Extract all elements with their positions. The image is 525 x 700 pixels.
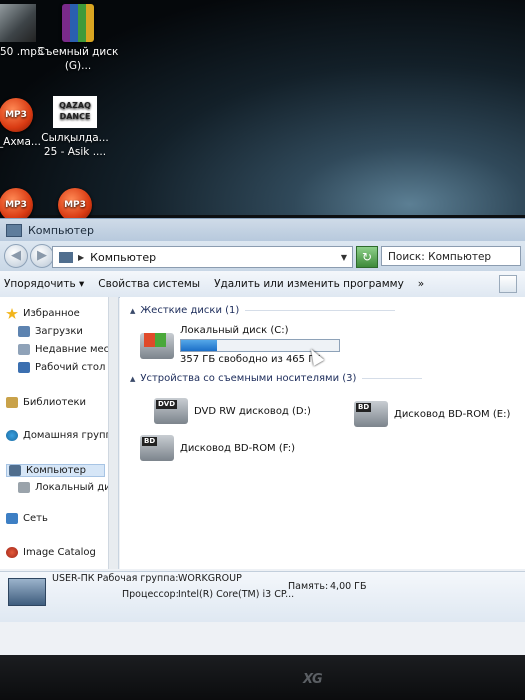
bd-drive-icon: BD <box>354 401 388 427</box>
drive-c-name: Локальный диск (C:) <box>180 325 289 336</box>
computer-icon <box>8 578 46 606</box>
collapse-arrow-icon[interactable]: ▲ <box>130 375 135 383</box>
computer-icon <box>6 223 22 237</box>
bd-drive-icon: BD <box>140 435 174 461</box>
hard-disk-icon <box>140 333 174 359</box>
nav-item-homegroup[interactable]: Домашняя группа <box>6 430 118 441</box>
homegroup-icon <box>6 430 18 441</box>
hard-disk-icon <box>18 482 30 493</box>
nav-item-downloads[interactable]: Загрузки <box>18 326 83 337</box>
explorer-window: Компьютер ◀ ▶ ▶ Компьютер ▼ ↻ Поиск: Ком… <box>0 218 525 656</box>
monitor-bezel <box>0 655 525 700</box>
command-bar: Упорядочить ▾ Свойства системы Удалить и… <box>0 271 525 298</box>
desktop-icon-removable-disk[interactable]: Съемный диск (G)... <box>36 4 120 73</box>
chevron-down-icon[interactable]: ▼ <box>341 253 347 262</box>
nav-item-network[interactable]: Сеть <box>6 513 48 524</box>
nav-item-local-disk[interactable]: Локальный диск <box>18 482 118 493</box>
group-divider <box>362 378 423 379</box>
image-catalog-icon <box>6 547 18 558</box>
computer-icon <box>59 251 73 263</box>
drive-e-name: Дисковод BD-ROM (E:) <box>394 409 511 420</box>
cpu-value: Intel(R) Core(TM) i3 CP... <box>178 589 295 600</box>
desktop-icon-qazaq-dance[interactable]: QAZAQ DANCE Сылқылда... 25 - Asik .... <box>33 96 117 159</box>
window-title: Компьютер <box>28 223 94 237</box>
mp3-icon: MP3 <box>0 98 33 132</box>
nav-item-computer[interactable]: Компьютер <box>6 464 105 477</box>
breadcrumb-arrow-icon[interactable]: ▶ <box>78 253 84 262</box>
memory-value: 4,00 ГБ <box>330 581 367 592</box>
breadcrumb-computer[interactable]: Компьютер <box>90 251 156 264</box>
group-hard-disks[interactable]: ▲ Жесткие диски (1) <box>130 305 396 316</box>
window-body: Избранное Загрузки Недавние места Рабочи… <box>0 297 525 571</box>
cpu-label: Процессор: <box>122 589 179 600</box>
back-button[interactable]: ◀ <box>4 244 28 268</box>
workgroup-value: WORKGROUP <box>178 573 242 584</box>
uninstall-program-button[interactable]: Удалить или изменить программу <box>214 278 404 290</box>
computer-icon <box>9 465 21 476</box>
workgroup-label: Рабочая группа: <box>97 573 179 584</box>
network-icon <box>6 513 18 524</box>
downloads-folder-icon <box>18 326 30 337</box>
monitor-brand-logo: XG <box>303 672 323 687</box>
drive-e[interactable]: BD Дисковод BD-ROM (E:) <box>354 401 510 427</box>
address-bar[interactable]: ▶ Компьютер ▼ <box>52 246 353 268</box>
drive-d-name: DVD RW дисковод (D:) <box>194 406 311 417</box>
group-divider <box>245 310 396 311</box>
drive-c-usage-fill <box>181 340 218 351</box>
more-commands-button[interactable]: » <box>418 278 424 290</box>
qazaq-dance-icon: QAZAQ DANCE <box>53 96 97 128</box>
winrar-icon <box>62 4 94 42</box>
content-pane: ▲ Жесткие диски (1) Локальный диск (C:) … <box>120 297 525 569</box>
view-options-icon[interactable] <box>499 275 517 293</box>
windows-logo-icon <box>144 333 166 347</box>
address-row: ◀ ▶ ▶ Компьютер ▼ ↻ Поиск: Компьютер <box>0 241 525 271</box>
search-input[interactable]: Поиск: Компьютер <box>381 246 521 266</box>
drive-f-name: Дисковод BD-ROM (F:) <box>180 443 296 454</box>
system-properties-button[interactable]: Свойства системы <box>98 278 200 290</box>
title-bar[interactable]: Компьютер <box>0 219 525 241</box>
desktop: ы 50 .mp3 Съемный диск (G)... MP3 н_Ахма… <box>0 0 525 222</box>
nav-item-desktop[interactable]: Рабочий стол <box>18 362 105 373</box>
drive-d[interactable]: DVD DVD RW дисковод (D:) <box>154 398 311 424</box>
photo-icon <box>0 4 36 42</box>
group-removable[interactable]: ▲ Устройства со съемными носителями (3) <box>130 373 423 384</box>
drive-f[interactable]: BD Дисковод BD-ROM (F:) <box>140 435 295 461</box>
mp3-icon: MP3 <box>58 188 92 222</box>
desktop-icon <box>18 362 30 373</box>
nav-item-image-catalog[interactable]: Image Catalog <box>6 547 96 558</box>
star-icon <box>6 308 18 319</box>
navigation-pane: Избранное Загрузки Недавние места Рабочи… <box>0 297 119 569</box>
collapse-arrow-icon[interactable]: ▲ <box>130 307 135 315</box>
nav-item-libraries[interactable]: Библиотеки <box>6 397 86 408</box>
recent-places-icon <box>18 344 30 355</box>
organize-button[interactable]: Упорядочить ▾ <box>4 278 84 290</box>
nav-scrollbar[interactable] <box>108 297 118 569</box>
computer-name: USER-ПК <box>52 573 95 584</box>
libraries-icon <box>6 397 18 408</box>
forward-button[interactable]: ▶ <box>30 244 54 268</box>
dvd-drive-icon: DVD <box>154 398 188 424</box>
refresh-button[interactable]: ↻ <box>356 246 378 268</box>
nav-item-favorites[interactable]: Избранное <box>6 308 80 319</box>
nav-item-recent-places[interactable]: Недавние места <box>18 344 118 355</box>
mp3-icon: MP3 <box>0 188 33 222</box>
details-pane: USER-ПК Рабочая группа: WORKGROUP Память… <box>0 571 525 622</box>
